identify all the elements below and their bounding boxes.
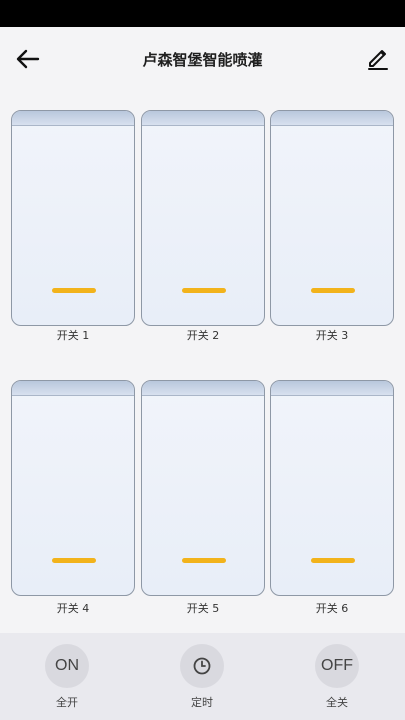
switch-top-6 [271,381,393,396]
switch-label-4: 开关 4 [56,602,90,615]
bottom-action-bar: ON 全开 定时 OFF 全关 [0,633,405,720]
pencil-icon [368,50,388,70]
all-off-action: OFF 全关 [297,644,377,710]
switch-top-1 [12,111,134,126]
all-on-action: ON 全开 [27,644,107,710]
switch-card-1[interactable] [11,110,135,326]
on-icon: ON [55,657,79,674]
page-title: 卢森智堡智能喷灌 [142,51,263,69]
switch-indicator-5 [182,558,226,563]
switch-card-5[interactable] [141,380,265,596]
switch-card-2[interactable] [141,110,265,326]
timer-label: 定时 [191,696,213,709]
switch-top-3 [271,111,393,126]
switch-indicator-4 [52,558,96,563]
back-arrow-icon [16,49,40,69]
edit-button[interactable] [363,43,393,73]
all-off-button[interactable]: OFF [315,644,359,688]
switch-top-5 [142,381,264,396]
switch-label-6: 开关 6 [315,602,349,615]
switch-card-6[interactable] [270,380,394,596]
switch-card-3[interactable] [270,110,394,326]
switch-indicator-3 [311,288,355,293]
all-on-button[interactable]: ON [45,644,89,688]
switch-label-2: 开关 2 [186,329,220,342]
all-off-label: 全关 [326,696,348,709]
switch-indicator-1 [52,288,96,293]
switch-indicator-6 [311,558,355,563]
switch-indicator-2 [182,288,226,293]
timer-action: 定时 [162,644,242,710]
header: 卢森智堡智能喷灌 [0,27,405,93]
switch-card-4[interactable] [11,380,135,596]
clock-icon [193,657,211,675]
switch-top-2 [142,111,264,126]
status-bar [0,0,405,27]
all-on-label: 全开 [56,696,78,709]
switch-top-4 [12,381,134,396]
switch-label-3: 开关 3 [315,329,349,342]
off-icon: OFF [321,657,353,674]
timer-button[interactable] [180,644,224,688]
switch-label-1: 开关 1 [56,329,90,342]
back-button[interactable] [12,43,44,75]
switch-label-5: 开关 5 [186,602,220,615]
